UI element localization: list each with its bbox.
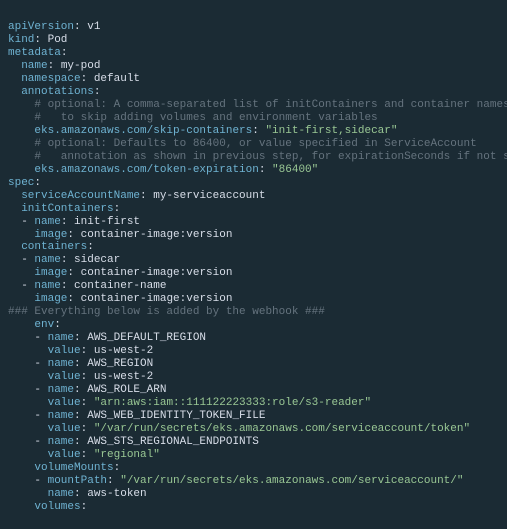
yaml-code-block: apiVersion: v1 kind: Pod metadata: name:… [0, 11, 507, 518]
code-line: - name: sidecar [8, 254, 120, 266]
code-line: - name: AWS_DEFAULT_REGION [8, 332, 206, 344]
code-line: name: my-pod [8, 60, 100, 72]
code-line: - name: AWS_REGION [8, 358, 153, 370]
code-line: serviceAccountName: my-serviceaccount [8, 190, 265, 202]
code-line: annotations: [8, 86, 100, 98]
code-line: initContainers: [8, 203, 120, 215]
code-line: ### Everything below is added by the web… [8, 306, 325, 318]
code-line: value: us-west-2 [8, 371, 153, 383]
code-line: env: [8, 319, 61, 331]
code-line: spec: [8, 177, 41, 189]
code-line: - name: init-first [8, 216, 140, 228]
code-line: image: container-image:version [8, 267, 232, 279]
code-line: image: container-image:version [8, 229, 232, 241]
code-line: # optional: A comma-separated list of in… [8, 99, 507, 111]
code-line: volumeMounts: [8, 462, 120, 474]
code-line: name: aws-token [8, 488, 147, 500]
code-line: value: "arn:aws:iam::111122223333:role/s… [8, 397, 371, 409]
code-line: - name: container-name [8, 280, 166, 292]
code-line: metadata: [8, 47, 67, 59]
code-line: - mountPath: "/var/run/secrets/eks.amazo… [8, 475, 464, 487]
code-line: containers: [8, 241, 94, 253]
code-line: namespace: default [8, 73, 140, 85]
code-line: value: "regional" [8, 449, 160, 461]
code-line: value: "/var/run/secrets/eks.amazonaws.c… [8, 423, 470, 435]
code-line: - name: AWS_ROLE_ARN [8, 384, 166, 396]
code-line: eks.amazonaws.com/token-expiration: "864… [8, 164, 318, 176]
code-line: - name: AWS_WEB_IDENTITY_TOKEN_FILE [8, 410, 265, 422]
code-line: # to skip adding volumes and environment… [8, 112, 378, 124]
code-line: value: us-west-2 [8, 345, 153, 357]
code-line: # annotation as shown in previous step, … [8, 151, 507, 163]
code-line: kind: Pod [8, 34, 67, 46]
code-line: apiVersion: v1 [8, 21, 100, 33]
code-line: eks.amazonaws.com/skip-containers: "init… [8, 125, 397, 137]
code-line: # optional: Defaults to 86400, or value … [8, 138, 477, 150]
code-line: image: container-image:version [8, 293, 232, 305]
code-line: - name: AWS_STS_REGIONAL_ENDPOINTS [8, 436, 259, 448]
